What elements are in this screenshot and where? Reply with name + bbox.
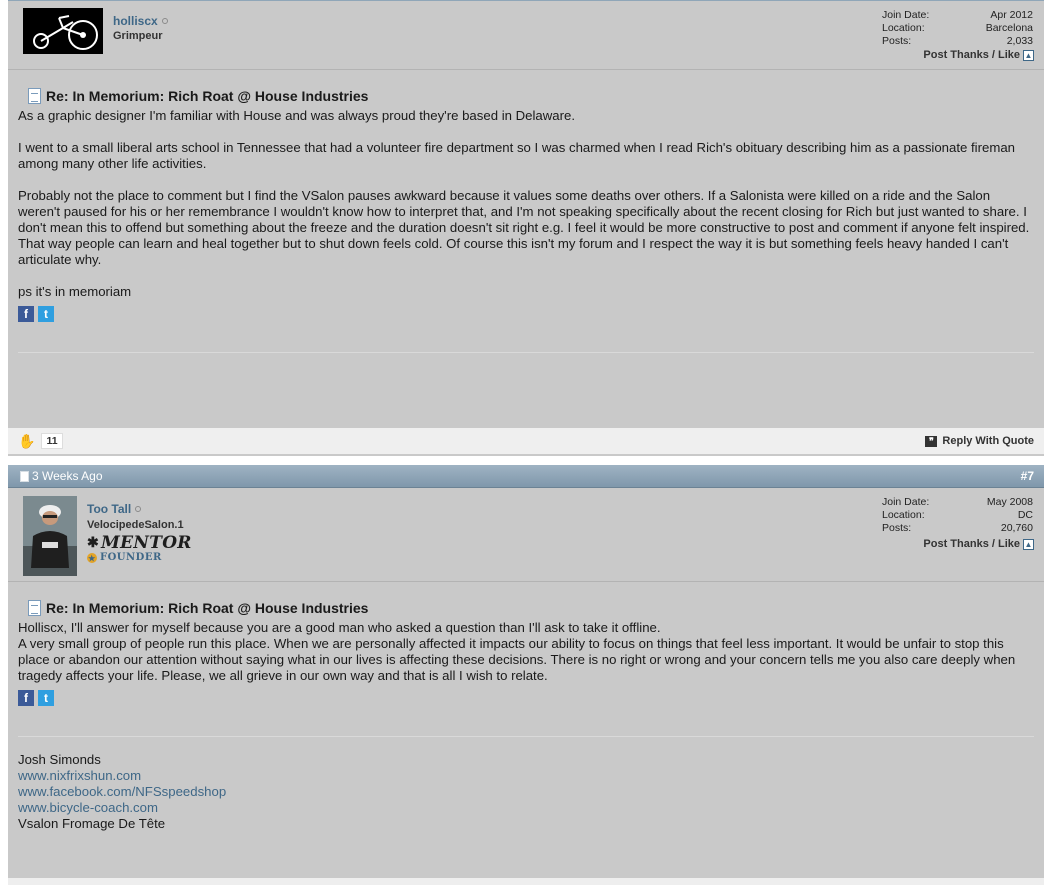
join-date-value: May 2008 [986, 496, 1033, 508]
join-date-label: Join Date: [882, 9, 930, 21]
founder-badge: ★ FOUNDER [87, 552, 162, 563]
message-paragraph: Probably not the place to comment but I … [18, 188, 1030, 267]
message-paragraph: A very small group of people run this pl… [18, 636, 1016, 683]
post-header-bar: 3 Weeks Ago #7 [8, 465, 1044, 488]
location-label: Location: [882, 509, 925, 521]
star-icon: ★ [87, 552, 97, 563]
user-stats: Join Date: May 2008 Location: DC Posts: … [882, 496, 1033, 535]
collapse-up-icon[interactable]: ▲ [1023, 538, 1034, 550]
likes[interactable]: ✋ 11 [18, 433, 63, 450]
post-date: 3 Weeks Ago [20, 469, 103, 483]
posts-count: 20,760 [1000, 522, 1033, 534]
mentor-badge-text: MENTOR [101, 533, 192, 553]
document-icon [28, 600, 41, 616]
posts-row: Posts: 20,760 [882, 522, 1033, 535]
message-paragraph: As a graphic designer I'm familiar with … [18, 108, 575, 123]
message-paragraph: ps it's in memoriam [18, 284, 132, 299]
facebook-icon[interactable]: f [18, 690, 34, 706]
post-number-link[interactable]: #7 [1021, 469, 1034, 483]
thumbs-up-icon[interactable]: ✋ [18, 433, 35, 450]
post-title: Re: In Memorium: Rich Roat @ House Indus… [28, 84, 1034, 108]
post-thanks-like[interactable]: Post Thanks / Like ▲ [923, 538, 1034, 550]
twitter-icon[interactable]: t [38, 690, 54, 706]
like-count[interactable]: 11 [41, 433, 63, 449]
tricycle-avatar-image [23, 8, 103, 54]
signature-link[interactable]: www.nixfrixshun.com [18, 768, 1034, 784]
posts-count: 2,033 [1006, 35, 1033, 47]
message-paragraph: I went to a small liberal arts school in… [18, 140, 1015, 171]
post-too-tall: 3 Weeks Ago #7 Too Tall VelocipedeSalon.… [8, 465, 1044, 885]
avatar[interactable] [23, 8, 103, 54]
post-thanks-like[interactable]: Post Thanks / Like ▲ [923, 49, 1034, 61]
document-icon [28, 88, 41, 104]
quote-icon: ❞ [925, 435, 938, 447]
location-value: Barcelona [985, 22, 1033, 34]
signature: Josh Simonds www.nixfrixshun.com www.fac… [18, 752, 1034, 832]
username-link[interactable]: holliscx [113, 14, 168, 28]
facebook-icon[interactable]: f [18, 306, 34, 322]
post-title: Re: In Memorium: Rich Roat @ House Indus… [28, 596, 1034, 620]
posts-row: Posts: 2,033 [882, 35, 1033, 48]
user-title: Grimpeur [113, 30, 163, 42]
user-title: VelocipedeSalon.1 [87, 519, 184, 531]
collapse-up-icon[interactable]: ▲ [1023, 49, 1034, 61]
founder-badge-text: FOUNDER [100, 552, 162, 563]
username-text[interactable]: Too Tall [87, 502, 131, 516]
reply-with-quote-button[interactable]: ❞ Reply With Quote [925, 435, 1034, 447]
message-paragraph: Holliscx, I'll answer for myself because… [18, 620, 661, 635]
share-buttons: f t [18, 690, 1034, 706]
location-row: Location: DC [882, 509, 1033, 522]
post-title-text: Re: In Memorium: Rich Roat @ House Indus… [46, 600, 369, 616]
thanks-like-label[interactable]: Post Thanks / Like [923, 49, 1020, 61]
signature-name: Josh Simonds [18, 752, 101, 767]
signature-divider [18, 736, 1034, 737]
thanks-like-label[interactable]: Post Thanks / Like [923, 538, 1020, 550]
reply-with-quote-label[interactable]: Reply With Quote [942, 435, 1034, 447]
offline-status-icon [161, 18, 168, 24]
join-date-label: Join Date: [882, 496, 930, 508]
join-date-row: Join Date: Apr 2012 [882, 9, 1033, 22]
posts-label: Posts: [882, 35, 912, 47]
username-link[interactable]: Too Tall [87, 502, 142, 516]
post-content: Re: In Memorium: Rich Roat @ House Indus… [8, 84, 1044, 353]
twitter-icon[interactable]: t [38, 306, 54, 322]
post-message: Holliscx, I'll answer for myself because… [18, 620, 1034, 684]
posts-label: Posts: [882, 522, 912, 534]
user-info: Too Tall VelocipedeSalon.1 ✱ MENTOR ★ FO… [8, 488, 1044, 582]
location-row: Location: Barcelona [882, 22, 1033, 35]
mentor-emblem-icon: ✱ [87, 535, 100, 551]
signature-divider [18, 352, 1034, 353]
post-date-text: 3 Weeks Ago [32, 469, 103, 483]
post-title-text: Re: In Memorium: Rich Roat @ House Indus… [46, 88, 369, 104]
join-date-value: Apr 2012 [990, 9, 1033, 21]
signature-tagline: Vsalon Fromage De Tête [18, 816, 166, 831]
location-label: Location: [882, 22, 925, 34]
signature-link[interactable]: www.bicycle-coach.com [18, 800, 1034, 816]
next-post-footer-edge [8, 878, 1044, 885]
post-content: Re: In Memorium: Rich Roat @ House Indus… [8, 596, 1044, 832]
offline-status-icon [135, 506, 142, 512]
cyclist-avatar-image [23, 496, 77, 576]
user-info: holliscx Grimpeur Join Date: Apr 2012 Lo… [8, 1, 1044, 70]
mentor-badge: ✱ MENTOR [87, 533, 192, 553]
post-message: As a graphic designer I'm familiar with … [18, 108, 1034, 300]
join-date-row: Join Date: May 2008 [882, 496, 1033, 509]
post-holliscx: holliscx Grimpeur Join Date: Apr 2012 Lo… [8, 0, 1044, 456]
user-stats: Join Date: Apr 2012 Location: Barcelona … [882, 9, 1033, 48]
signature-link[interactable]: www.facebook.com/NFSspeedshop [18, 784, 1034, 800]
username-text[interactable]: holliscx [113, 14, 158, 28]
location-value: DC [1017, 509, 1033, 521]
post-footer: ✋ 11 ❞ Reply With Quote [8, 428, 1044, 454]
share-buttons: f t [18, 306, 1034, 322]
post-icon [20, 470, 29, 482]
avatar[interactable] [23, 496, 77, 576]
